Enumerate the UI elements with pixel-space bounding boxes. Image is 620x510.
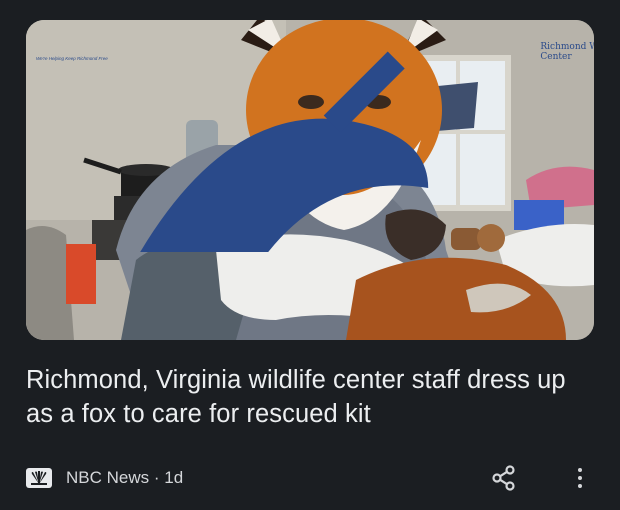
- watermark-logo: Richmond Wildlife Center We're Helping K…: [30, 28, 594, 340]
- watermark-subtitle: We're Helping Keep Richmond Free: [36, 56, 108, 61]
- more-options-button[interactable]: [570, 464, 590, 492]
- more-vertical-icon: [578, 468, 582, 472]
- share-icon: [492, 465, 515, 491]
- watermark-title: Richmond Wildlife Center: [540, 42, 594, 62]
- heron-icon: [140, 51, 429, 252]
- news-card[interactable]: Richmond Wildlife Center We're Helping K…: [0, 0, 620, 510]
- nbc-peacock-icon: [26, 468, 52, 488]
- source-name[interactable]: NBC News: [66, 468, 149, 488]
- article-headline[interactable]: Richmond, Virginia wildlife center staff…: [26, 363, 596, 431]
- article-age: 1d: [164, 468, 184, 487]
- meta-separator: ·: [149, 468, 165, 487]
- article-meta-row: NBC News · 1d: [26, 460, 594, 496]
- article-image[interactable]: Richmond Wildlife Center We're Helping K…: [26, 20, 594, 340]
- share-button[interactable]: [490, 464, 518, 492]
